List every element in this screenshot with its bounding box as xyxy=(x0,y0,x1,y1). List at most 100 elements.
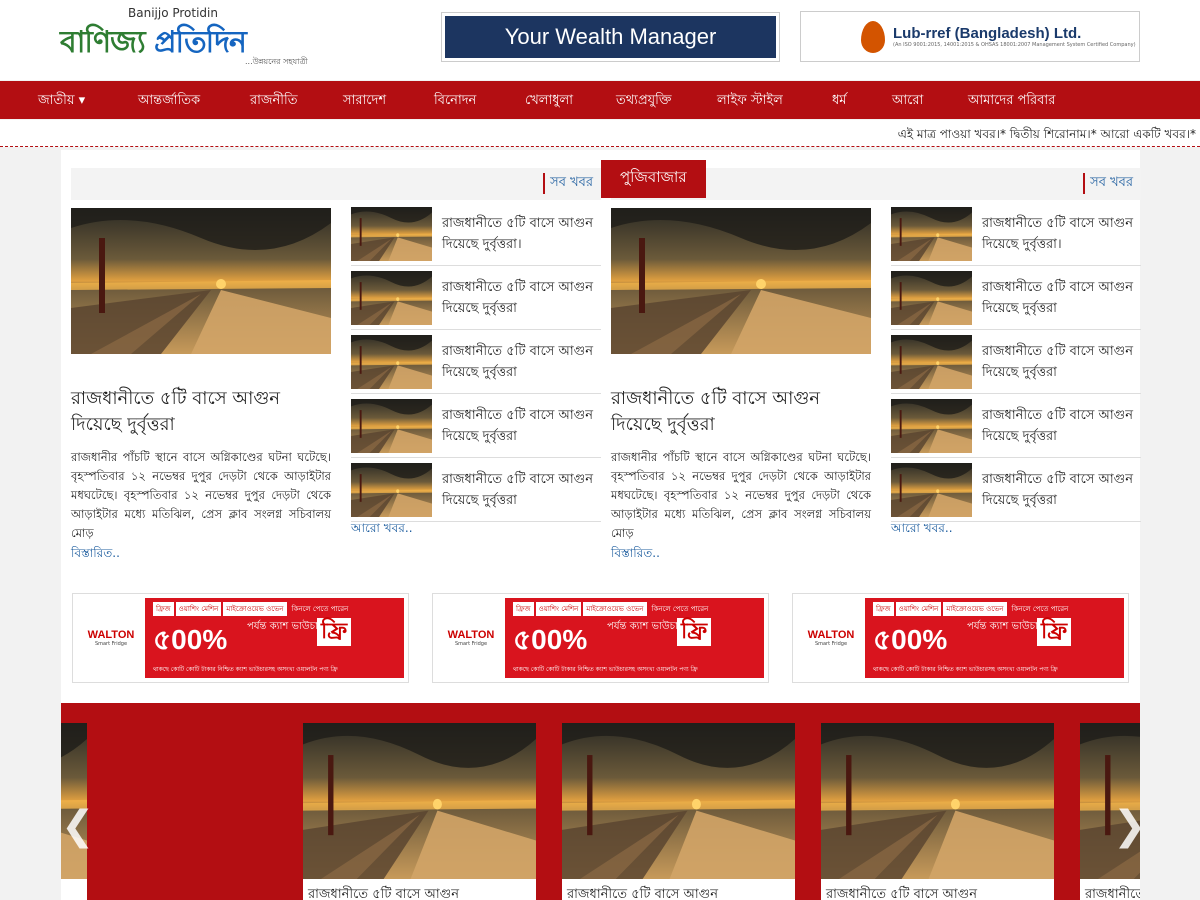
ad-wealth-text: Your Wealth Manager xyxy=(445,16,776,58)
nav-item-international[interactable]: আন্তর্জাতিক xyxy=(138,91,200,112)
brand-name: WALTON xyxy=(447,629,495,641)
beach-photo xyxy=(351,462,432,517)
nav-item-more[interactable]: আরো xyxy=(892,91,923,112)
ad-banner-walton[interactable]: WALTON Smart Fridge ফ্রিজ ওয়াশিং মেশিন মাইক… xyxy=(72,593,409,683)
site-header: Banijjo Protidin বাণিজ্য প্রতিদিন ...উন্… xyxy=(0,0,1200,80)
nav-item-lifestyle[interactable]: লাইফ স্টাইল xyxy=(717,91,783,112)
slide-item[interactable]: রাজধানীতে ৫টি বাসে আগুন xyxy=(303,723,536,900)
list-item[interactable]: রাজধানীতে ৫টি বাসে আগুন দিয়েছে দুর্বৃত্… xyxy=(891,394,1141,458)
beach-photo xyxy=(351,206,432,261)
more-news-link[interactable]: আরো খবর.. xyxy=(351,520,413,540)
logo-tagline: ...উন্নয়নের সহযাত্রী xyxy=(245,57,308,66)
story-thumbnail xyxy=(891,398,972,453)
banner-body: WALTON Smart Fridge ফ্রিজ ওয়াশিং মেশিন মাইক… xyxy=(797,598,1124,678)
ticker-text[interactable]: এই মাত্র পাওয়া খবর।* দ্বিতীয় শিরোনাম।*… xyxy=(898,126,1196,146)
promo-percent: ৫00% xyxy=(513,624,588,655)
brand-name: WALTON xyxy=(87,629,135,641)
brand-sub: Smart Fridge xyxy=(94,641,128,647)
ad-lubref-subtitle: (An ISO 9001:2015, 14001:2015 & OHSAS 18… xyxy=(893,42,1136,48)
slider-next-icon[interactable]: ❯ xyxy=(1113,803,1140,849)
nav-item-politics[interactable]: রাজনীতি xyxy=(250,91,298,112)
nav-item-our-family[interactable]: আমাদের পরিবার xyxy=(968,91,1055,112)
beach-photo xyxy=(351,334,432,389)
ad-banner-walton[interactable]: WALTON Smart Fridge ফ্রিজ ওয়াশিং মেশিন মাইক… xyxy=(792,593,1129,683)
lead-story-excerpt: রাজধানীর পাঁচটি স্থানে বাসে অগ্নিকাণ্ডের… xyxy=(611,450,871,540)
lead-story-excerpt: রাজধানীর পাঁচটি স্থানে বাসে অগ্নিকাণ্ডের… xyxy=(71,450,331,540)
section-title[interactable]: পুজিবাজার xyxy=(601,160,706,198)
tag: কিনলে পেতে পারেন xyxy=(291,605,349,613)
tag: ওয়াশিং মেশিন xyxy=(535,602,582,616)
promo-percent: ৫00% xyxy=(153,624,228,655)
banner-body: WALTON Smart Fridge ফ্রিজ ওয়াশিং মেশিন মাইক… xyxy=(437,598,764,678)
beach-photo xyxy=(1080,723,1140,879)
promo-footer: থাকছে কোটি কোটি টাকার নিশ্চিত ক্যাশ ভাউচ… xyxy=(873,666,1058,673)
nav-item-countrywide[interactable]: সারাদেশ xyxy=(343,91,386,112)
beach-photo xyxy=(562,723,795,879)
slide-image xyxy=(562,723,795,879)
slide-item[interactable]: রাজধানীতে ৫টি বাসে আগুন xyxy=(821,723,1054,900)
lead-story-title[interactable]: রাজধানীতে ৫টি বাসে আগুন দিয়েছে দুর্বৃত্… xyxy=(71,386,331,438)
story-thumbnail xyxy=(891,462,972,517)
tag: মাইক্রোওয়েভ ওভেন xyxy=(943,602,1007,616)
story-title: রাজধানীতে ৫টি বাসে আগুন দিয়েছে দুর্বৃত্… xyxy=(442,471,593,508)
nav-item-technology[interactable]: তথ্যপ্রযুক্তি xyxy=(616,91,671,112)
tag: ফ্রিজ xyxy=(153,602,174,616)
slide-caption: রাজধানীতে ৫টি বাসে আগুন xyxy=(308,887,459,900)
lead-story-title[interactable]: রাজধানীতে ৫টি বাসে আগুন দিয়েছে দুর্বৃত্… xyxy=(611,386,871,438)
nav-item-national[interactable]: জাতীয় ▾ xyxy=(38,91,85,112)
beach-photo xyxy=(351,270,432,325)
read-more-link[interactable]: বিস্তারিত.. xyxy=(611,545,660,565)
tag: ফ্রিজ xyxy=(513,602,534,616)
oil-drop-icon xyxy=(861,20,885,53)
main-nav: জাতীয় ▾ আন্তর্জাতিক রাজনীতি সারাদেশ বিন… xyxy=(0,81,1200,119)
list-item[interactable]: রাজধানীতে ৫টি বাসে আগুন দিয়েছে দুর্বৃত্… xyxy=(891,458,1141,522)
beach-photo xyxy=(351,398,432,453)
list-item[interactable]: রাজধানীতে ৫টি বাসে আগুন দিয়েছে দুর্বৃত্… xyxy=(351,330,601,394)
promo-free: ফ্রি xyxy=(317,618,352,646)
photo-slider: রাজধানীতে ৫টি বাসে আগুন রাজধানীতে ৫টি বা… xyxy=(61,703,1140,900)
story-thumbnail xyxy=(351,398,432,453)
nav-item-entertainment[interactable]: বিনোদন xyxy=(434,91,476,112)
more-news-link[interactable]: আরো খবর.. xyxy=(891,520,953,540)
ad-banner-walton[interactable]: WALTON Smart Fridge ফ্রিজ ওয়াশিং মেশিন মাইক… xyxy=(432,593,769,683)
story-title: রাজধানীতে ৫টি বাসে আগুন দিয়েছে দুর্বৃত্… xyxy=(442,343,593,380)
tag: মাইক্রোওয়েভ ওভেন xyxy=(583,602,647,616)
all-news-link[interactable]: সব খবর xyxy=(1083,173,1133,194)
site-logo[interactable]: Banijjo Protidin বাণিজ্য প্রতিদিন ...উন্… xyxy=(60,6,320,70)
lead-story-image[interactable] xyxy=(611,208,871,354)
brand-name: WALTON xyxy=(807,629,855,641)
list-item[interactable]: রাজধানীতে ৫টি বাসে আগুন দিয়েছে দুর্বৃত্… xyxy=(891,330,1141,394)
promo-footer: থাকছে কোটি কোটি টাকার নিশ্চিত ক্যাশ ভাউচ… xyxy=(153,666,338,673)
product-tags: ফ্রিজ ওয়াশিং মেশিন মাইক্রোওয়েভ ওভেন কিনলে… xyxy=(153,602,351,616)
slider-prev-icon[interactable]: ❮ xyxy=(61,803,95,849)
slide-image xyxy=(1080,723,1140,879)
slide-caption: রাজধানীতে ৫টি বাসে আগুন xyxy=(826,887,977,900)
ad-wealth-manager[interactable]: Your Wealth Manager xyxy=(441,12,780,62)
brand-sub: Smart Fridge xyxy=(814,641,848,647)
slide-image xyxy=(61,723,87,879)
ad-lubref[interactable]: Lub-rref (Bangladesh) Ltd. (An ISO 9001:… xyxy=(800,11,1140,62)
story-title: রাজধানীতে ৫টি বাসে আগুন দিয়েছে দুর্বৃত্… xyxy=(442,279,593,316)
tag: কিনলে পেতে পারেন xyxy=(1011,605,1069,613)
list-item[interactable]: রাজধানীতে ৫টি বাসে আগুন দিয়েছে দুর্বৃত্… xyxy=(351,266,601,330)
all-news-link[interactable]: সব খবর xyxy=(543,173,593,194)
walton-logo: WALTON Smart Fridge xyxy=(77,598,145,678)
list-item[interactable]: রাজধানীতে ৫টি বাসে আগুন দিয়েছে দুর্বৃত্… xyxy=(351,458,601,522)
slide-caption: রাজধানীতে ৫টি বাসে আগুন xyxy=(1085,887,1140,900)
slide-item[interactable]: রাজধানীতে ৫টি বাসে আগুন xyxy=(562,723,795,900)
tag: ওয়াশিং মেশিন xyxy=(895,602,942,616)
nav-item-religion[interactable]: ধর্ম xyxy=(832,91,847,112)
promo-text: পর্যন্ত ক্যাশ ভাউচার xyxy=(247,621,324,632)
story-title: রাজধানীতে ৫টি বাসে আগুন দিয়েছে দুর্বৃত্… xyxy=(982,407,1133,444)
tag: কিনলে পেতে পারেন xyxy=(651,605,709,613)
nav-item-sports[interactable]: খেলাধুলা xyxy=(525,91,573,112)
main-content: সব খবর রাজধানীতে ৫টি বাসে আগুন দিয়েছে দু… xyxy=(61,150,1141,703)
list-item[interactable]: রাজধানীতে ৫টি বাসে আগুন দিয়েছে দুর্বৃত্… xyxy=(891,266,1141,330)
list-item[interactable]: রাজধানীতে ৫টি বাসে আগুন দিয়েছে দুর্বৃত্… xyxy=(891,202,1141,266)
read-more-link[interactable]: বিস্তারিত.. xyxy=(71,545,120,565)
lead-story-image[interactable] xyxy=(71,208,331,354)
list-item[interactable]: রাজধানীতে ৫টি বাসে আগুন দিয়েছে দুর্বৃত্… xyxy=(351,394,601,458)
list-item[interactable]: রাজধানীতে ৫টি বাসে আগুন দিয়েছে দুর্বৃত্… xyxy=(351,202,601,266)
beach-photo xyxy=(891,270,972,325)
walton-logo: WALTON Smart Fridge xyxy=(797,598,865,678)
